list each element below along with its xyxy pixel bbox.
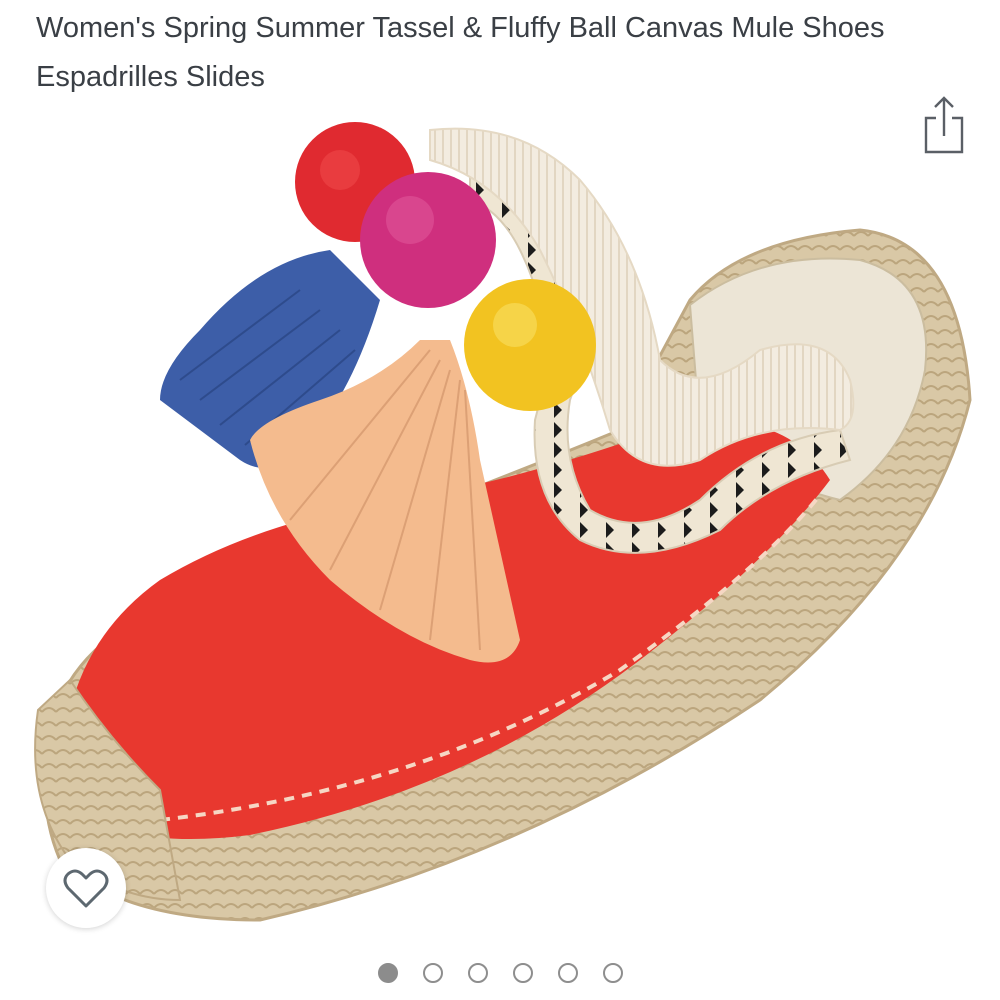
product-image (34, 122, 972, 922)
image-pagination (0, 963, 1000, 983)
pagination-dot-2[interactable] (422, 963, 443, 983)
product-title: Women's Spring Summer Tassel & Fluffy Ba… (36, 12, 885, 93)
pagination-dot-4[interactable] (512, 963, 533, 983)
pagination-dot-5[interactable] (557, 963, 578, 983)
pagination-dot-3[interactable] (467, 963, 488, 983)
pagination-dot-6[interactable] (602, 963, 623, 983)
heart-outline-icon (63, 869, 109, 908)
product-image-gallery[interactable] (0, 100, 1000, 950)
pagination-dot-1[interactable] (377, 963, 398, 983)
favorite-button[interactable] (46, 848, 126, 928)
